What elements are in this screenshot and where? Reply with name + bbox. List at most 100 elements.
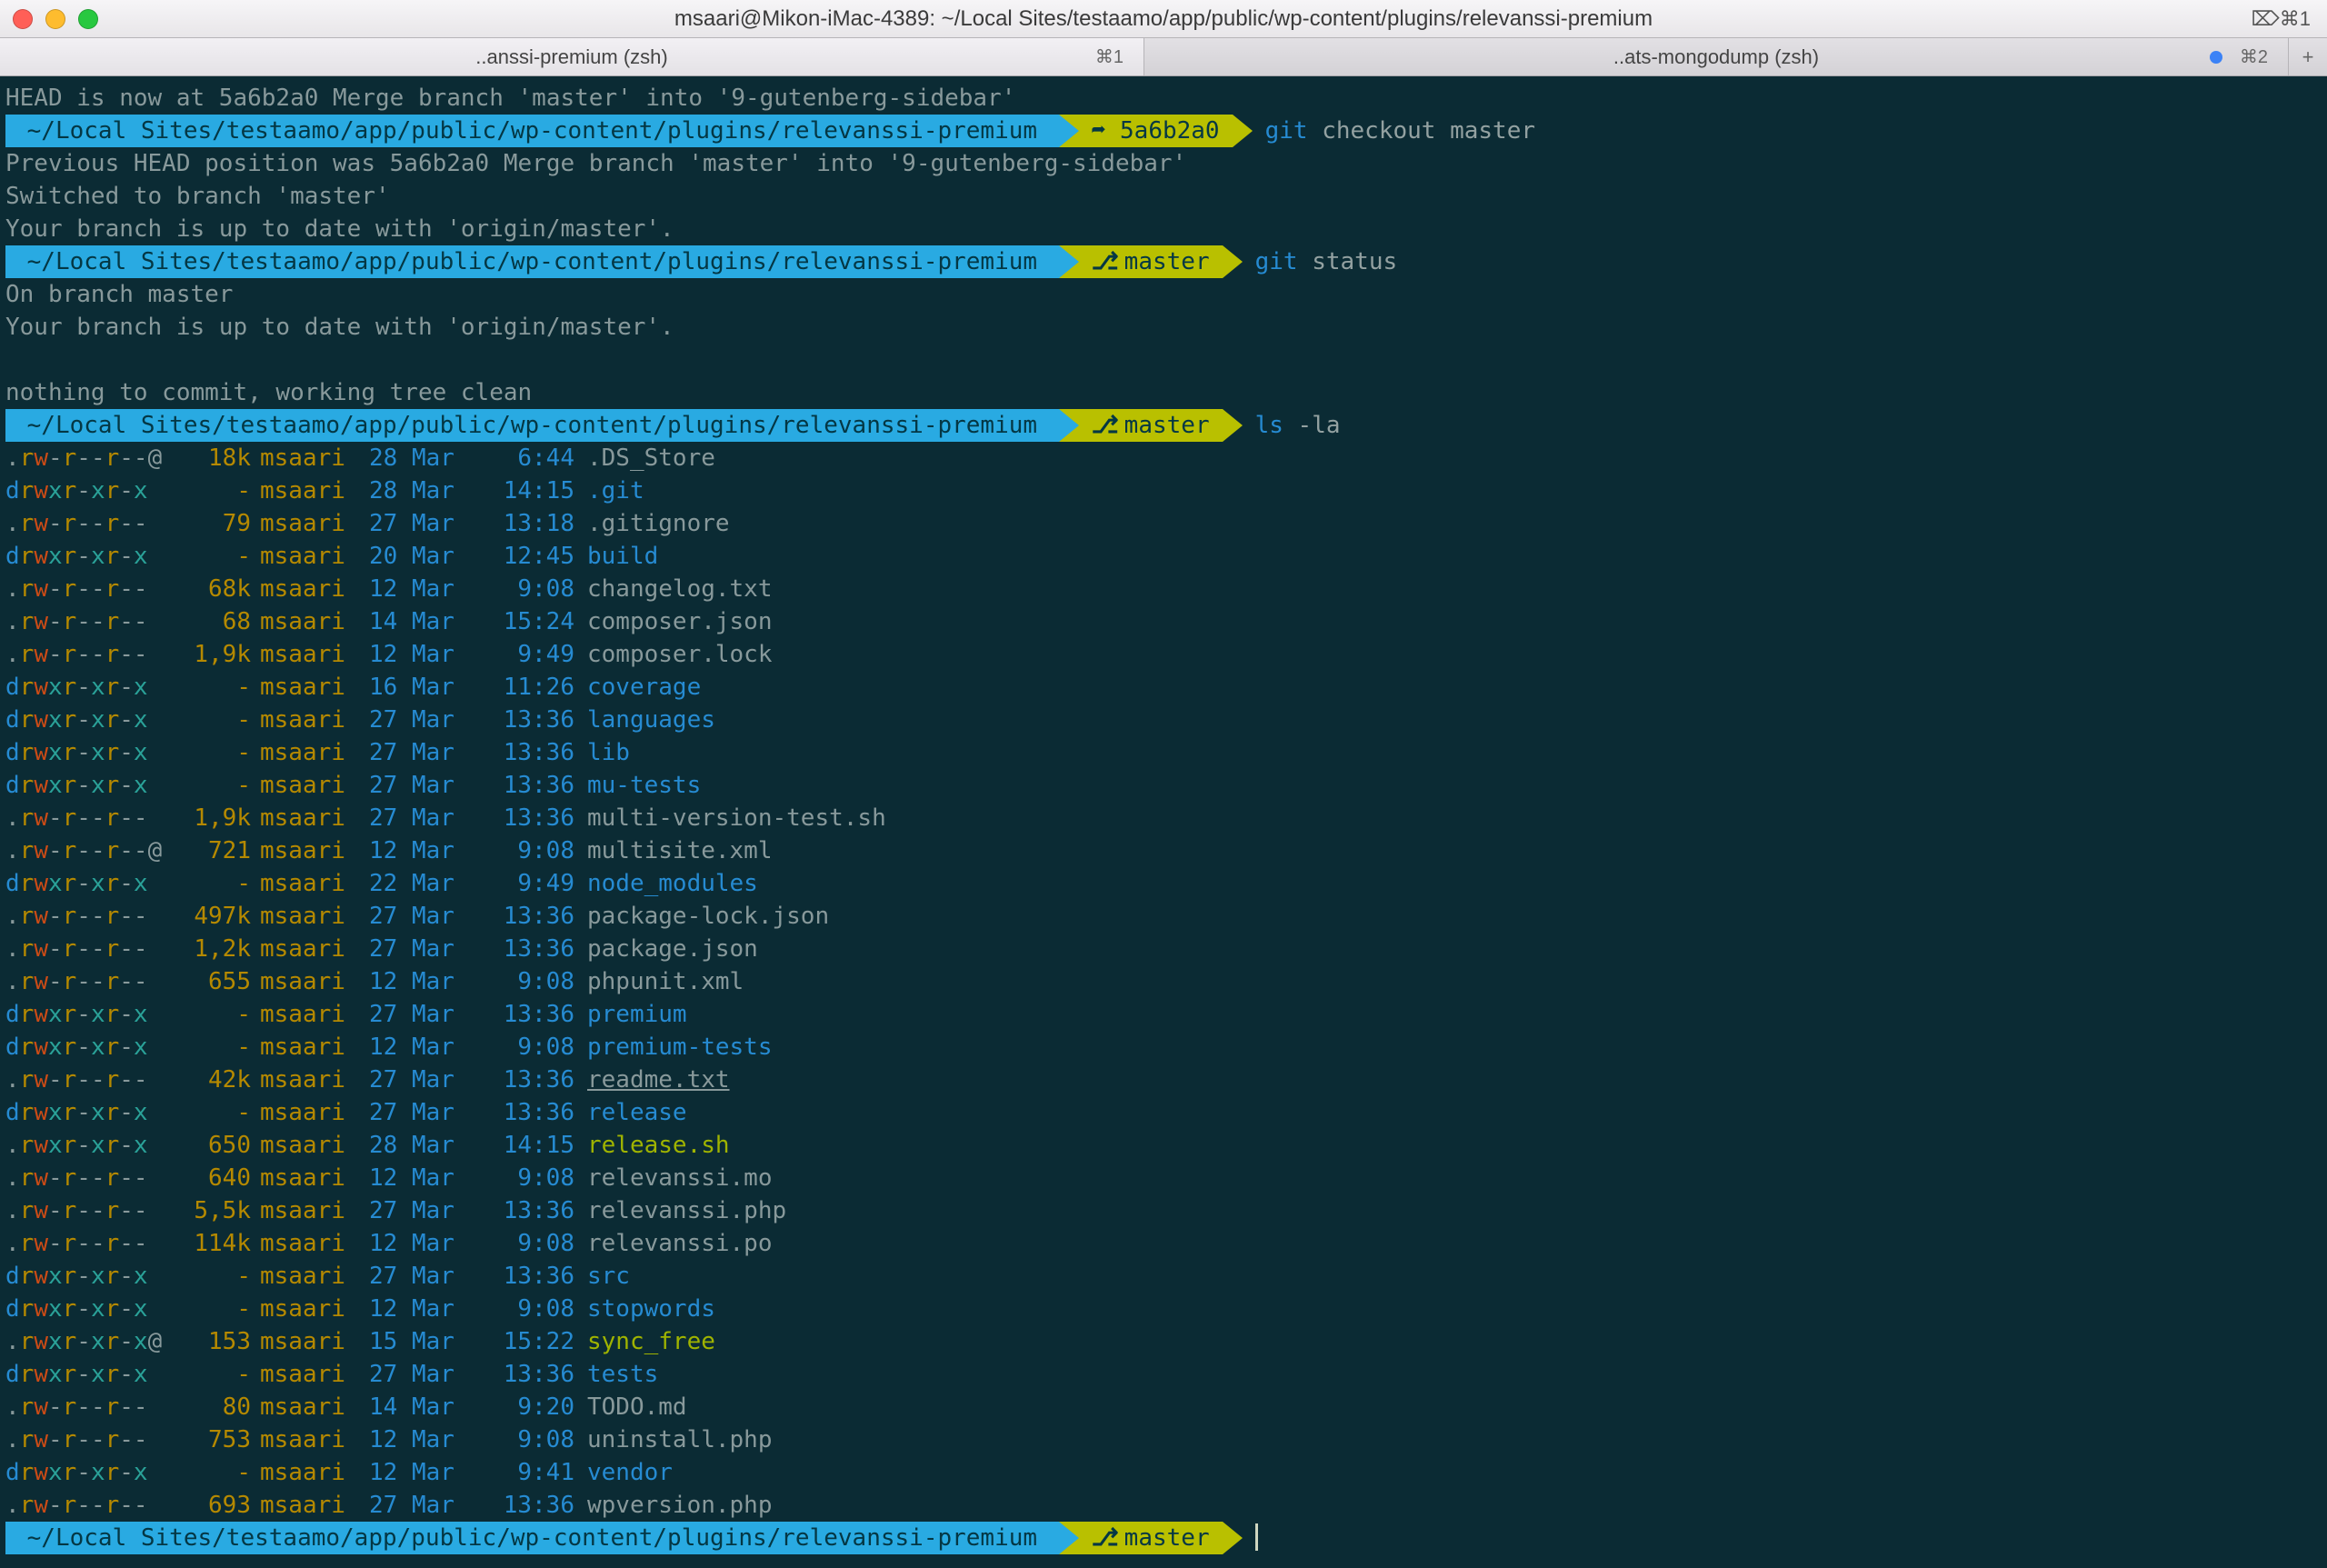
ls-date: 27 Mar (369, 1358, 487, 1391)
chevron-right-icon (1059, 245, 1079, 278)
ls-filename: mu-tests (587, 769, 701, 802)
ls-row: drwxr-xr-x-msaari16 Mar11:26coverage (5, 671, 2322, 704)
ls-size: 79 (169, 507, 251, 540)
prompt-current[interactable]: ~/Local Sites/testaamo/app/public/wp-con… (5, 1522, 2322, 1554)
ls-filename: changelog.txt (587, 573, 773, 605)
terminal-line: HEAD is now at 5a6b2a0 Merge branch 'mas… (5, 82, 2322, 115)
tab-1[interactable]: ..ats-mongodump (zsh) ⌘2 (1144, 38, 2289, 75)
ls-size: 640 (169, 1162, 251, 1194)
ls-filename: sync_free (587, 1325, 715, 1358)
ls-date: 12 Mar (369, 1456, 487, 1489)
ls-time: 11:26 (487, 671, 587, 704)
ls-filename: coverage (587, 671, 701, 704)
ls-row: .rw-r--r--68kmsaari12 Mar9:08changelog.t… (5, 573, 2322, 605)
ls-user: msaari (251, 933, 369, 965)
ls-row: drwxr-xr-x-msaari20 Mar12:45build (5, 540, 2322, 573)
ls-time: 13:36 (487, 736, 587, 769)
ls-perm: drwxr-xr-x (5, 1293, 169, 1325)
close-window-button[interactable] (13, 9, 33, 29)
terminal-line: ~/Local Sites/testaamo/app/public/wp-con… (5, 115, 2322, 147)
ls-size: 1,2k (169, 933, 251, 965)
ls-time: 9:08 (487, 834, 587, 867)
ls-row: .rw-r--r--693msaari27 Mar13:36wpversion.… (5, 1489, 2322, 1522)
prompt-cwd: ~/Local Sites/testaamo/app/public/wp-con… (5, 245, 1059, 278)
ls-perm: drwxr-xr-x (5, 1358, 169, 1391)
ls-time: 9:08 (487, 1423, 587, 1456)
ls-perm: drwxr-xr-x (5, 540, 169, 573)
ls-date: 27 Mar (369, 933, 487, 965)
ls-filename: tests (587, 1358, 658, 1391)
ls-date: 28 Mar (369, 474, 487, 507)
ls-filename: wpversion.php (587, 1489, 773, 1522)
ls-filename: release.sh (587, 1129, 730, 1162)
ls-user: msaari (251, 1325, 369, 1358)
ls-time: 13:36 (487, 802, 587, 834)
ls-date: 12 Mar (369, 1423, 487, 1456)
ls-user: msaari (251, 900, 369, 933)
ls-row: .rw-r--r--114kmsaari12 Mar9:08relevanssi… (5, 1227, 2322, 1260)
ls-row: drwxr-xr-x-msaari27 Mar13:36src (5, 1260, 2322, 1293)
prompt-branch: ➦ 5a6b2a0 (1079, 115, 1233, 147)
ls-size: 153 (169, 1325, 251, 1358)
ls-user: msaari (251, 867, 369, 900)
chevron-right-icon (1059, 115, 1079, 147)
ls-date: 12 Mar (369, 965, 487, 998)
ls-row: .rw-r--r--1,2kmsaari27 Mar13:36package.j… (5, 933, 2322, 965)
ls-perm: .rw-r--r-- (5, 1064, 169, 1096)
ls-size: 693 (169, 1489, 251, 1522)
ls-size: - (169, 1031, 251, 1064)
ls-size: - (169, 1456, 251, 1489)
terminal-viewport[interactable]: HEAD is now at 5a6b2a0 Merge branch 'mas… (0, 76, 2327, 1568)
ls-user: msaari (251, 736, 369, 769)
ls-row: .rw-r--r--640msaari12 Mar9:08relevanssi.… (5, 1162, 2322, 1194)
ls-date: 27 Mar (369, 802, 487, 834)
ls-time: 13:36 (487, 1489, 587, 1522)
ls-size: 80 (169, 1391, 251, 1423)
minimize-window-button[interactable] (45, 9, 65, 29)
ls-size: - (169, 671, 251, 704)
new-tab-button[interactable]: + (2289, 38, 2327, 75)
chevron-right-icon (1223, 409, 1243, 442)
prompt-branch: master (1079, 245, 1223, 278)
ls-time: 9:20 (487, 1391, 587, 1423)
terminal-line: Previous HEAD position was 5a6b2a0 Merge… (5, 147, 2322, 180)
ls-filename: stopwords (587, 1293, 715, 1325)
ls-perm: drwxr-xr-x (5, 867, 169, 900)
ls-user: msaari (251, 1031, 369, 1064)
ls-date: 27 Mar (369, 1194, 487, 1227)
ls-date: 14 Mar (369, 605, 487, 638)
window-shortcut-hint: ⌦⌘1 (2252, 3, 2314, 35)
ls-user: msaari (251, 704, 369, 736)
ls-perm: drwxr-xr-x (5, 704, 169, 736)
ls-time: 9:49 (487, 638, 587, 671)
tab-label: ..ats-mongodump (zsh) (1613, 41, 1819, 74)
tab-0[interactable]: ..anssi-premium (zsh)⌘1 (0, 38, 1144, 75)
ls-size: - (169, 867, 251, 900)
ls-perm: drwxr-xr-x (5, 671, 169, 704)
tab-bar: ..anssi-premium (zsh)⌘1..ats-mongodump (… (0, 38, 2327, 76)
ls-perm: .rw-r--r-- (5, 900, 169, 933)
ls-row: .rw-r--r--79msaari27 Mar13:18.gitignore (5, 507, 2322, 540)
ls-filename: .git (587, 474, 644, 507)
terminal-line: Your branch is up to date with 'origin/m… (5, 311, 2322, 344)
ls-date: 12 Mar (369, 573, 487, 605)
tab-shortcut: ⌘2 (2240, 41, 2268, 74)
ls-size: 721 (169, 834, 251, 867)
terminal-line (5, 344, 2322, 376)
ls-time: 9:49 (487, 867, 587, 900)
ls-filename: node_modules (587, 867, 758, 900)
ls-time: 13:36 (487, 1096, 587, 1129)
ls-filename: premium (587, 998, 687, 1031)
tab-dirty-dot (2210, 51, 2222, 64)
ls-filename: TODO.md (587, 1391, 687, 1423)
ls-row: drwxr-xr-x-msaari12 Mar9:08premium-tests (5, 1031, 2322, 1064)
ls-user: msaari (251, 1194, 369, 1227)
ls-size: 1,9k (169, 802, 251, 834)
ls-date: 15 Mar (369, 1325, 487, 1358)
ls-size: 1,9k (169, 638, 251, 671)
ls-filename: multi-version-test.sh (587, 802, 886, 834)
ls-perm: .rw-r--r-- (5, 933, 169, 965)
ls-row: .rw-r--r--655msaari12 Mar9:08phpunit.xml (5, 965, 2322, 998)
zoom-window-button[interactable] (78, 9, 98, 29)
ls-row: .rwxr-xr-x@153msaari15 Mar15:22sync_free (5, 1325, 2322, 1358)
